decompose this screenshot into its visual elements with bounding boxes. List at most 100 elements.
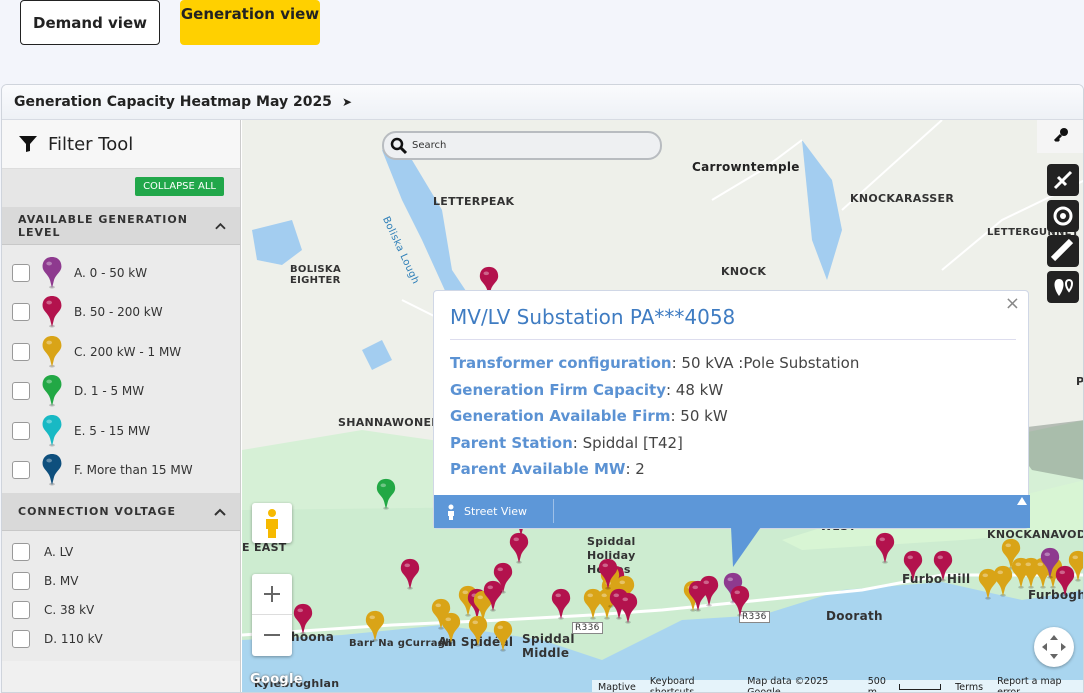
map-marker-icon[interactable] <box>932 550 954 587</box>
generation-level-item[interactable]: E. 5 - 15 MW <box>2 411 240 451</box>
connection-voltage-item[interactable]: B. MV <box>2 566 240 595</box>
map-marker-icon[interactable] <box>874 532 896 569</box>
attribution-item: 500 m <box>867 676 886 693</box>
collapse-all-button[interactable]: COLLAPSE ALL <box>135 177 224 196</box>
generation-level-label: A. 0 - 50 kW <box>74 265 148 280</box>
street-view-person-icon <box>448 504 454 520</box>
popup-pointer <box>731 527 761 567</box>
panel-title: Generation Capacity Heatmap May 2025 <box>14 94 332 110</box>
camera-tool-button[interactable] <box>1047 200 1079 232</box>
chevron-up-icon <box>214 508 226 516</box>
zoom-in-button[interactable] <box>252 574 292 615</box>
detail-value: : 2 <box>625 460 645 479</box>
map-canvas[interactable]: Carrowntemple LETTERPEAK KNOCKARASSER LETTE… <box>242 120 1084 693</box>
ruler-icon <box>1047 235 1079 267</box>
location-pin-icon <box>1047 271 1079 303</box>
map-place-label: KNOCKARASSER <box>850 192 955 205</box>
key-icon <box>1053 128 1068 143</box>
map-pan-control[interactable] <box>1034 627 1074 667</box>
checkbox[interactable] <box>12 629 30 648</box>
map-marker-icon[interactable] <box>508 532 530 569</box>
street-view-link[interactable]: Street View <box>464 505 527 518</box>
checkbox[interactable] <box>12 461 30 480</box>
search-placeholder[interactable]: Search <box>412 140 446 151</box>
map-marker-icon[interactable] <box>902 550 924 587</box>
checkbox[interactable] <box>12 542 30 561</box>
generation-view-button[interactable]: Generation view <box>180 0 320 45</box>
attribution-item[interactable]: Terms <box>955 682 983 693</box>
generation-level-item[interactable]: C. 200 kW - 1 MW <box>2 332 240 372</box>
pegman-button[interactable] <box>252 503 292 543</box>
connection-voltage-item[interactable]: A. LV <box>2 537 240 566</box>
generation-level-section-header[interactable]: AVAILABLE GENERATION LEVEL <box>2 207 240 245</box>
map-search-box[interactable]: Search <box>382 131 662 160</box>
map-marker-icon[interactable] <box>440 612 462 649</box>
generation-level-label: F. More than 15 MW <box>74 463 193 478</box>
checkbox[interactable] <box>12 600 30 619</box>
checkbox[interactable] <box>12 342 30 361</box>
map-marker-icon[interactable] <box>1039 547 1061 584</box>
generation-level-list: A. 0 - 50 kW B. 50 - 200 kW C. 200 kW - 1 … <box>2 245 240 493</box>
detail-key: Generation Available Firm <box>450 407 671 426</box>
detail-key: Parent Available MW <box>450 460 626 479</box>
demand-view-button[interactable]: Demand view <box>20 0 160 45</box>
generation-level-item[interactable]: D. 1 - 5 MW <box>2 372 240 412</box>
checkbox[interactable] <box>12 571 30 590</box>
map-marker-icon[interactable] <box>467 615 489 652</box>
expand-up-icon[interactable] <box>1017 497 1027 505</box>
map-marker-icon[interactable] <box>364 610 386 647</box>
connection-voltage-section-header[interactable]: CONNECTION VOLTAGE <box>2 493 240 531</box>
pegman-icon <box>266 509 278 538</box>
detail-key: Generation Firm Capacity <box>450 380 666 399</box>
ruler-tool-button[interactable] <box>1047 235 1079 267</box>
checkbox[interactable] <box>12 263 30 282</box>
map-marker-icon[interactable] <box>1067 550 1083 587</box>
detail-value: : 48 kW <box>665 380 724 399</box>
generation-level-item[interactable]: A. 0 - 50 kW <box>2 253 240 293</box>
map-marker-icon[interactable] <box>617 592 639 629</box>
map-pin-icon <box>40 414 64 448</box>
attribution-item[interactable]: Report a map error <box>997 676 1079 692</box>
map-marker-icon[interactable] <box>550 588 572 625</box>
arrow-right-icon[interactable]: ➤ <box>342 95 352 109</box>
map-place-label: Spiddal Middle <box>522 632 575 660</box>
popup-detail-row: Parent Station: Spiddal [T42] <box>450 430 1028 457</box>
zoom-out-button[interactable] <box>252 615 292 655</box>
map-place-label: LETTERPEAK <box>433 195 515 208</box>
map-marker-icon[interactable] <box>375 478 397 515</box>
connection-voltage-item[interactable]: D. 110 kV <box>2 624 240 653</box>
map-marker-icon[interactable] <box>399 558 421 595</box>
satellite-tool-button[interactable] <box>1047 164 1079 196</box>
map-marker-icon[interactable] <box>292 603 314 640</box>
generation-level-label: C. 200 kW - 1 MW <box>74 344 182 359</box>
checkbox[interactable] <box>12 421 30 440</box>
map-marker-icon[interactable] <box>977 568 999 605</box>
checkbox[interactable] <box>12 382 30 401</box>
map-marker-icon[interactable] <box>597 558 619 595</box>
map-place-label: P <box>1076 375 1084 388</box>
connection-voltage-list: A. LV B. MV C. 38 kV D. 110 kV <box>2 531 240 661</box>
location-tool-button[interactable] <box>1047 271 1079 303</box>
popup-detail-row: Generation Firm Capacity: 48 kW <box>450 377 1028 404</box>
attribution-item[interactable]: Keyboard shortcuts <box>650 676 733 692</box>
satellite-icon <box>1047 164 1079 196</box>
filter-sidebar: Filter Tool COLLAPSE ALL AVAILABLE GENER… <box>2 120 241 692</box>
voltage-section-title: CONNECTION VOLTAGE <box>18 505 176 518</box>
map-pin-icon <box>40 335 64 369</box>
chevron-up-icon <box>215 222 226 229</box>
connection-voltage-item[interactable]: C. 38 kV <box>2 595 240 624</box>
generation-level-item[interactable]: F. More than 15 MW <box>2 451 240 491</box>
plus-icon <box>264 586 280 602</box>
checkbox[interactable] <box>12 303 30 322</box>
generation-level-item[interactable]: B. 50 - 200 kW <box>2 293 240 333</box>
map-marker-icon[interactable] <box>729 585 751 622</box>
map-marker-icon[interactable] <box>492 620 514 657</box>
map-marker-icon[interactable] <box>698 575 720 612</box>
map-pin-icon <box>40 295 64 329</box>
key-tool-button[interactable] <box>1037 120 1083 153</box>
close-icon[interactable]: × <box>1005 293 1020 314</box>
popup-detail-row: Parent Available MW: 2 <box>450 456 1028 483</box>
map-pin-icon <box>40 374 64 408</box>
detail-key: Transformer configuration <box>450 354 672 372</box>
detail-key: Parent Station <box>450 433 573 452</box>
